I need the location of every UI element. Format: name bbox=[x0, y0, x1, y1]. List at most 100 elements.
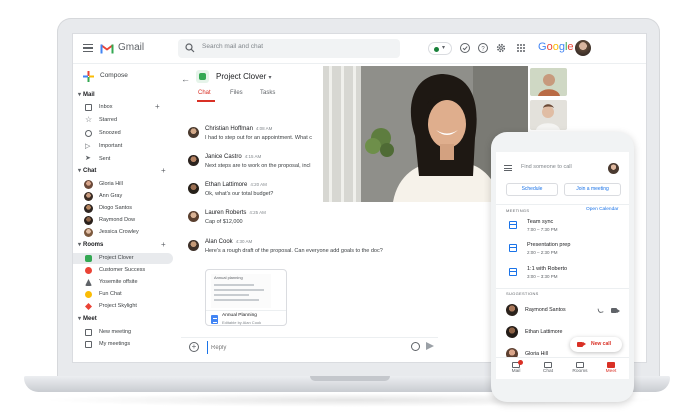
sidebar-item-important[interactable]: ▷ Important bbox=[73, 141, 173, 152]
nav-meet[interactable]: Meet bbox=[596, 360, 626, 374]
avatar bbox=[506, 326, 518, 338]
meeting-title: Team sync bbox=[527, 219, 554, 225]
emoji-icon[interactable] bbox=[411, 342, 420, 351]
timestamp: 4:20 AM bbox=[250, 182, 267, 187]
sidebar-item-jessica-crowley[interactable]: Jessica Crowley bbox=[73, 227, 173, 238]
meeting-time: 7:00 – 7:30 PM bbox=[527, 227, 558, 232]
contact-name: Ethan Lattimore bbox=[525, 329, 563, 335]
nav-chat[interactable]: Chat bbox=[533, 360, 563, 374]
search-box[interactable]: Search mail and chat bbox=[178, 39, 400, 58]
message-text: Here's a rough draft of the proposal. Ca… bbox=[205, 248, 383, 254]
top-bar: Gmail Search mail and chat ▾ ? Google bbox=[73, 34, 646, 64]
preview-line bbox=[214, 299, 259, 301]
sidebar-item-project-clover[interactable]: Project Clover bbox=[73, 253, 173, 264]
avatar bbox=[84, 204, 93, 213]
help-icon[interactable]: ? bbox=[477, 42, 489, 54]
sidebar-item-yosemite-offsite[interactable]: Yosemite offsite bbox=[73, 277, 173, 288]
sender-name: Alan Cook bbox=[205, 239, 233, 245]
preview-line bbox=[214, 284, 254, 286]
active-tab-indicator bbox=[197, 100, 215, 102]
meeting-item[interactable]: Presentation prep 2:00 – 2:30 PM bbox=[506, 240, 621, 260]
google-logo: Google bbox=[538, 41, 574, 53]
menu-icon[interactable] bbox=[83, 44, 93, 52]
sidebar-item-gloria-hill[interactable]: Gloria Hill bbox=[73, 179, 173, 190]
divider bbox=[496, 288, 629, 289]
gear-icon[interactable] bbox=[495, 42, 507, 54]
send-icon: ➤ bbox=[85, 155, 91, 162]
account-avatar[interactable] bbox=[575, 40, 591, 56]
join-meeting-button[interactable]: Join a meeting bbox=[564, 183, 621, 196]
meeting-item[interactable]: 1:1 with Roberto 3:00 – 3:30 PM bbox=[506, 264, 621, 284]
meeting-item[interactable]: Team sync 7:00 – 7:30 PM bbox=[506, 217, 621, 237]
compose-plus-icon bbox=[83, 71, 94, 82]
sidebar-item-snoozed[interactable]: Snoozed bbox=[73, 128, 173, 139]
room-icon bbox=[196, 70, 209, 83]
sidebar-item-sent[interactable]: ➤ Sent bbox=[73, 154, 173, 165]
section-meet[interactable]: ▾ Meet bbox=[78, 315, 97, 322]
suggestion-item[interactable]: Raymond Santos bbox=[506, 302, 621, 320]
sender-name: Janice Castro bbox=[205, 154, 242, 160]
active-status-dot bbox=[434, 46, 439, 52]
reply-input[interactable] bbox=[207, 341, 402, 354]
sidebar-item-starred[interactable]: ☆ Starred bbox=[73, 115, 173, 126]
status-check-icon[interactable] bbox=[459, 42, 471, 54]
inbox-icon bbox=[85, 104, 92, 111]
schedule-button[interactable]: Schedule bbox=[506, 183, 558, 196]
apps-grid-icon[interactable] bbox=[515, 42, 527, 54]
section-mail[interactable]: ▾ Mail bbox=[78, 91, 95, 98]
clover-icon bbox=[85, 255, 92, 262]
sidebar-item-ann-gray[interactable]: Ann Gray bbox=[73, 191, 173, 202]
open-calendar-link[interactable]: Open Calendar bbox=[586, 207, 619, 212]
add-circle-icon[interactable]: + bbox=[189, 342, 199, 352]
tab-chat[interactable]: Chat bbox=[198, 90, 211, 96]
rooms-icon bbox=[576, 362, 584, 368]
account-avatar[interactable] bbox=[608, 163, 619, 174]
meetings-heading: MEETINGS bbox=[506, 208, 530, 213]
svg-text:?: ? bbox=[481, 46, 485, 52]
nav-rooms[interactable]: Rooms bbox=[565, 360, 595, 374]
sidebar-item-diogo-santos[interactable]: Diogo Santos bbox=[73, 203, 173, 214]
keep-icon[interactable] bbox=[646, 98, 647, 107]
menu-icon[interactable] bbox=[504, 165, 512, 171]
calendar-icon bbox=[509, 268, 517, 276]
new-call-button[interactable]: New call bbox=[570, 337, 622, 352]
add-chat-icon[interactable]: + bbox=[161, 167, 166, 175]
add-room-icon[interactable]: + bbox=[161, 241, 166, 249]
sidebar-item-my-meetings[interactable]: My meetings bbox=[73, 339, 173, 350]
calendar-icon[interactable] bbox=[646, 74, 647, 83]
search-icon bbox=[185, 43, 195, 53]
gmail-logo-icon bbox=[100, 44, 114, 54]
video-camera-icon bbox=[85, 329, 92, 336]
avatar bbox=[188, 183, 199, 194]
tab-tasks[interactable]: Tasks bbox=[260, 90, 275, 96]
section-chat[interactable]: ▾ Chat bbox=[78, 167, 96, 174]
sidebar-item-project-skylight[interactable]: Project Skylight bbox=[73, 301, 173, 312]
section-rooms[interactable]: ▾ Rooms bbox=[78, 241, 103, 248]
sidebar-item-raymond-dow[interactable]: Raymond Dow bbox=[73, 215, 173, 226]
tasks-icon[interactable] bbox=[646, 122, 647, 131]
avatar bbox=[188, 211, 199, 222]
room-title[interactable]: Project Clover ▾ bbox=[216, 72, 272, 81]
sidebar-item-fun-chat[interactable]: Fun Chat bbox=[73, 289, 173, 300]
sidebar: Compose ▾ Mail Inbox + ☆ Starred Snoozed … bbox=[73, 64, 175, 362]
nav-mail[interactable]: Mail bbox=[501, 360, 531, 374]
tab-files[interactable]: Files bbox=[230, 90, 243, 96]
search-input[interactable]: Search mail and chat bbox=[202, 43, 263, 50]
back-arrow-icon[interactable]: ← bbox=[181, 74, 190, 84]
timestamp: 4:25 AM bbox=[249, 210, 266, 215]
avatar bbox=[84, 180, 93, 189]
sidebar-item-customer-success[interactable]: Customer Success bbox=[73, 265, 173, 276]
doc-attachment[interactable]: Annual planning Annual Planning Editable… bbox=[205, 269, 287, 326]
clock-icon bbox=[85, 130, 92, 137]
phone-icon[interactable] bbox=[597, 307, 604, 314]
chevron-down-icon: ▾ bbox=[442, 45, 446, 51]
video-call-icon[interactable] bbox=[611, 308, 620, 313]
timestamp: 4:08 AM bbox=[255, 126, 273, 131]
status-selector[interactable]: ▾ bbox=[428, 42, 452, 55]
sidebar-item-inbox[interactable]: Inbox + bbox=[73, 102, 173, 113]
send-icon[interactable] bbox=[426, 342, 434, 350]
message-text: Next steps are to work on the proposal, … bbox=[205, 163, 311, 169]
sidebar-item-new-meeting[interactable]: New meeting bbox=[73, 327, 173, 338]
compose-button[interactable]: Compose bbox=[83, 67, 143, 87]
call-search-input[interactable]: Find someone to call bbox=[521, 164, 572, 170]
